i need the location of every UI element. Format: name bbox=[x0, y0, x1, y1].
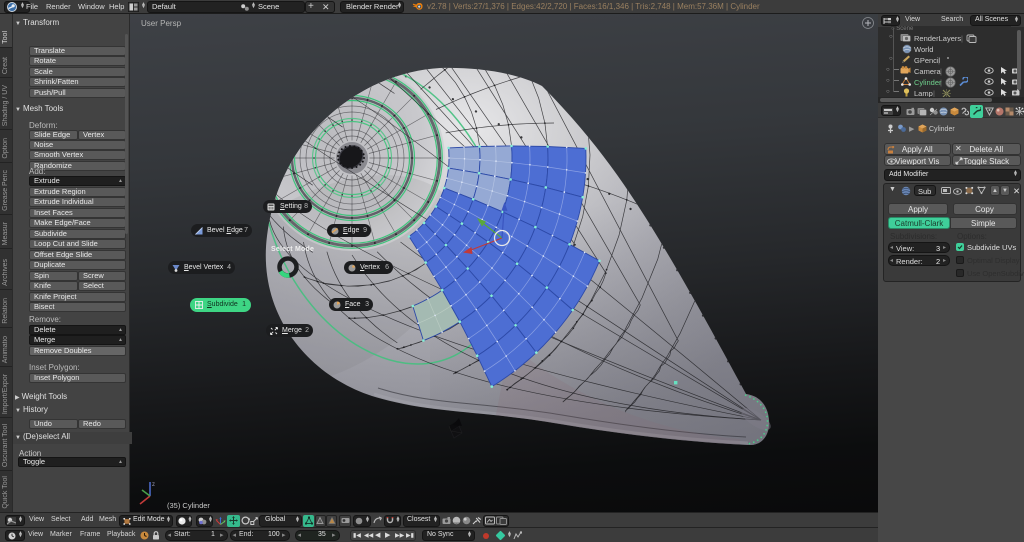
svg-text:z: z bbox=[152, 482, 155, 488]
